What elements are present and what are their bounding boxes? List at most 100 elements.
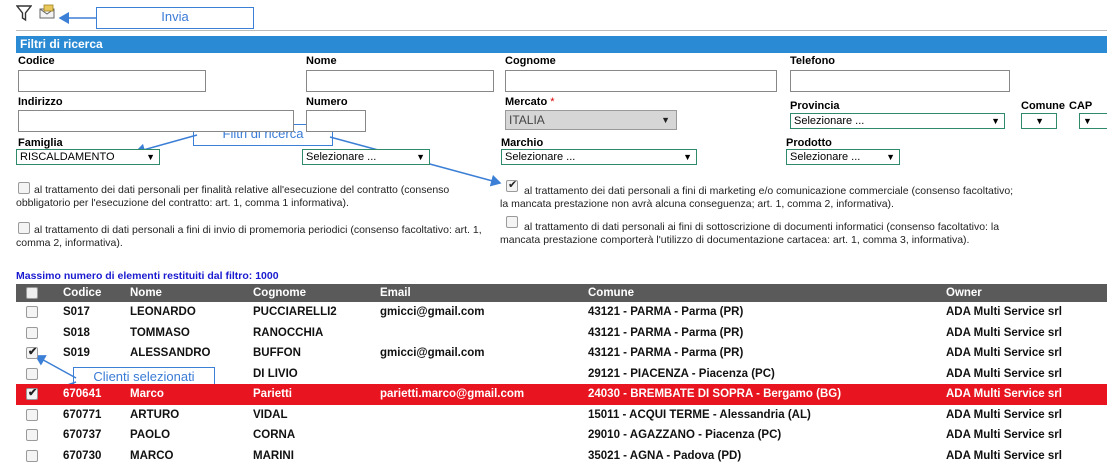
mercato-value: ITALIA xyxy=(509,113,545,127)
column-header-codice[interactable]: Codice xyxy=(63,284,101,302)
table-row[interactable]: 670730 MARCO MARINI 35021 - AGNA - Padov… xyxy=(16,446,1107,462)
cell-nome: PAOLO xyxy=(130,429,171,441)
consent-text-reminder: al trattamento di dati personali a fini … xyxy=(16,224,482,249)
famiglia-value: RISCALDAMENTO xyxy=(20,151,115,163)
cell-email: parietti.marco@gmail.com xyxy=(380,388,525,400)
cell-cognome: Parietti xyxy=(253,388,292,400)
required-marker: * xyxy=(550,96,555,108)
cell-comune: 29010 - AGAZZANO - Piacenza (PC) xyxy=(588,429,782,441)
row-checkbox[interactable] xyxy=(26,449,38,462)
mercato-select[interactable]: ITALIA ▼ xyxy=(505,110,677,130)
cell-owner: ADA Multi Service srl xyxy=(946,347,1062,359)
max-results-note: Massimo numero di elementi restituiti da… xyxy=(16,270,279,282)
cell-nome: ALESSANDRO xyxy=(130,347,211,359)
cell-comune: 35021 - AGNA - Padova (PD) xyxy=(588,449,742,462)
envelope-send-icon[interactable] xyxy=(38,4,58,24)
row-checkbox[interactable] xyxy=(26,345,38,359)
marchio-value: Selezionare ... xyxy=(505,151,576,163)
cell-owner: ADA Multi Service srl xyxy=(946,449,1062,462)
cap-label: CAP xyxy=(1069,100,1093,112)
table-row[interactable]: S018 TOMMASO RANOCCHIA 43121 - PARMA - P… xyxy=(16,323,1107,344)
cell-cognome: RANOCCHIA xyxy=(253,326,324,339)
select-all-checkbox[interactable] xyxy=(26,287,38,299)
results-table: Codice Nome Cognome Email Comune Owner S… xyxy=(16,284,1107,462)
marchio-select[interactable]: Selezionare ... ▼ xyxy=(501,149,697,165)
row-checkbox[interactable] xyxy=(26,326,38,339)
table-row-selected[interactable]: 670641 Marco Parietti parietti.marco@gma… xyxy=(16,384,1107,405)
cell-nome: MARCO xyxy=(130,449,174,462)
marchio-label: Marchio xyxy=(501,137,544,149)
numero-input[interactable] xyxy=(306,110,366,132)
cell-codice: S019 xyxy=(63,347,90,359)
column-header-comune[interactable]: Comune xyxy=(588,284,634,302)
table-header: Codice Nome Cognome Email Comune Owner xyxy=(16,284,1107,302)
cell-cognome: BUFFON xyxy=(253,347,301,359)
cell-comune: 24030 - BREMBATE DI SOPRA - Bergamo (BG) xyxy=(588,388,842,400)
consent-text-marketing: al trattamento dei dati personali a fini… xyxy=(500,185,1014,210)
row-checkbox[interactable] xyxy=(26,429,38,441)
cell-codice: S017 xyxy=(63,306,90,318)
provincia-select[interactable]: Selezionare ... ▼ xyxy=(790,113,1005,129)
comune-select[interactable]: ▼ xyxy=(1021,113,1057,129)
callout-send: Invia xyxy=(96,7,254,29)
telefono-input[interactable] xyxy=(790,70,1010,92)
cell-comune: 43121 - PARMA - Parma (PR) xyxy=(588,347,744,359)
cell-nome: TOMMASO xyxy=(130,326,190,339)
nome-label: Nome xyxy=(306,55,337,67)
famiglia-label: Famiglia xyxy=(18,137,63,149)
cell-codice: 670641 xyxy=(63,388,102,400)
cognome-label: Cognome xyxy=(505,55,556,67)
cell-nome: Marco xyxy=(130,388,164,400)
cell-codice: 670737 xyxy=(63,429,102,441)
cell-email: gmicci@gmail.com xyxy=(380,347,485,359)
cell-nome: ARTURO xyxy=(130,408,180,421)
chevron-down-icon: ▼ xyxy=(886,152,895,162)
provincia-label: Provincia xyxy=(790,100,840,112)
cell-owner: ADA Multi Service srl xyxy=(946,326,1062,339)
cell-cognome: MARINI xyxy=(253,449,294,462)
column-header-owner[interactable]: Owner xyxy=(946,284,982,302)
chevron-down-icon: ▼ xyxy=(1083,116,1092,126)
prodotto-select[interactable]: Selezionare ... ▼ xyxy=(786,149,900,165)
tipologia-value: Selezionare ... xyxy=(306,151,377,163)
cell-owner: ADA Multi Service srl xyxy=(946,408,1062,421)
table-row[interactable]: 670737 PAOLO CORNA 29010 - AGAZZANO - Pi… xyxy=(16,425,1107,446)
cell-owner: ADA Multi Service srl xyxy=(946,306,1062,318)
cognome-input[interactable] xyxy=(505,70,777,92)
cell-comune: 43121 - PARMA - Parma (PR) xyxy=(588,306,744,318)
prodotto-label: Prodotto xyxy=(786,137,832,149)
row-checkbox[interactable] xyxy=(26,367,38,380)
chevron-down-icon: ▼ xyxy=(683,152,692,162)
column-header-nome[interactable]: Nome xyxy=(130,284,162,302)
tipologia-select[interactable]: Selezionare ... ▼ xyxy=(302,149,430,165)
cell-owner: ADA Multi Service srl xyxy=(946,367,1062,380)
cell-cognome: DI LIVIO xyxy=(253,367,298,380)
table-row[interactable]: 670771 ARTURO VIDAL 15011 - ACQUI TERME … xyxy=(16,405,1107,426)
toolbar-divider xyxy=(16,30,1107,31)
cell-owner: ADA Multi Service srl xyxy=(946,429,1062,441)
numero-label: Numero xyxy=(306,96,348,108)
funnel-icon[interactable] xyxy=(15,4,36,24)
codice-label: Codice xyxy=(18,55,55,67)
indirizzo-label: Indirizzo xyxy=(18,96,63,108)
nome-input[interactable] xyxy=(306,70,494,92)
cell-comune: 43121 - PARMA - Parma (PR) xyxy=(588,326,744,339)
cap-select[interactable]: ▼ xyxy=(1079,113,1107,129)
column-header-email[interactable]: Email xyxy=(380,284,411,302)
cell-owner: ADA Multi Service srl xyxy=(946,388,1062,400)
table-row[interactable]: S017 LEONARDO PUCCIARELLI2 gmicci@gmail.… xyxy=(16,302,1107,323)
telefono-label: Telefono xyxy=(790,55,836,67)
cell-comune: 15011 - ACQUI TERME - Alessandria (AL) xyxy=(588,408,811,421)
chevron-down-icon: ▼ xyxy=(1035,116,1044,126)
row-checkbox[interactable] xyxy=(26,306,38,318)
cell-codice: S018 xyxy=(63,326,90,339)
cell-comune: 29121 - PIACENZA - Piacenza (PC) xyxy=(588,367,775,380)
table-row[interactable]: S019 ALESSANDRO BUFFON gmicci@gmail.com … xyxy=(16,343,1107,364)
row-checkbox[interactable] xyxy=(26,386,38,400)
table-row[interactable]: DI LIVIO 29121 - PIACENZA - Piacenza (PC… xyxy=(16,364,1107,385)
codice-input[interactable] xyxy=(18,70,206,92)
row-checkbox[interactable] xyxy=(26,408,38,421)
indirizzo-input[interactable] xyxy=(18,110,294,132)
column-header-cognome[interactable]: Cognome xyxy=(253,284,306,302)
famiglia-select[interactable]: RISCALDAMENTO ▼ xyxy=(16,149,160,165)
